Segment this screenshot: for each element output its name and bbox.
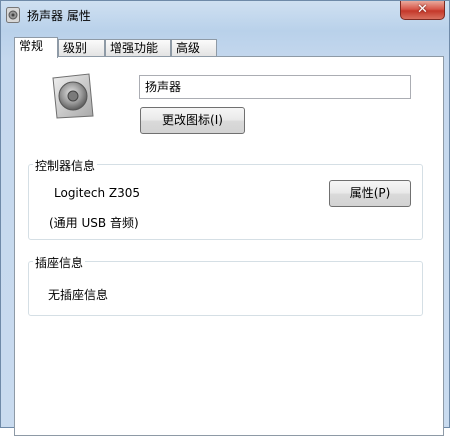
- tab-general[interactable]: 常规: [14, 37, 58, 58]
- tab-advanced[interactable]: 高级: [171, 39, 217, 56]
- jack-info-text: 无插座信息: [48, 288, 109, 302]
- properties-button[interactable]: 属性(P): [329, 180, 411, 207]
- tab-levels-label: 级别: [63, 41, 88, 55]
- close-icon: ✕: [417, 2, 428, 17]
- properties-window: 扬声器 属性 ✕ 常规 级别 增强功能 高级 扬声器 更改图标(I) 控制器信息…: [0, 0, 450, 436]
- device-name-input[interactable]: 扬声器: [139, 75, 411, 99]
- speaker-icon: [6, 7, 20, 23]
- controller-info-label: 控制器信息: [33, 157, 98, 174]
- speaker-device-icon: [52, 73, 94, 119]
- tab-enhancements[interactable]: 增强功能: [105, 39, 171, 56]
- controller-type: (通用 USB 音频): [49, 216, 139, 230]
- change-icon-button[interactable]: 更改图标(I): [140, 107, 245, 134]
- tab-advanced-label: 高级: [176, 41, 201, 55]
- tab-general-label: 常规: [19, 39, 44, 53]
- title-bar[interactable]: 扬声器 属性 ✕: [1, 1, 449, 31]
- window-title: 扬声器 属性: [27, 9, 91, 23]
- tab-levels[interactable]: 级别: [58, 39, 105, 56]
- controller-name: Logitech Z305: [54, 186, 140, 200]
- close-button[interactable]: ✕: [400, 1, 445, 20]
- tab-enhancements-label: 增强功能: [110, 41, 159, 55]
- jack-info-label: 插座信息: [33, 254, 86, 271]
